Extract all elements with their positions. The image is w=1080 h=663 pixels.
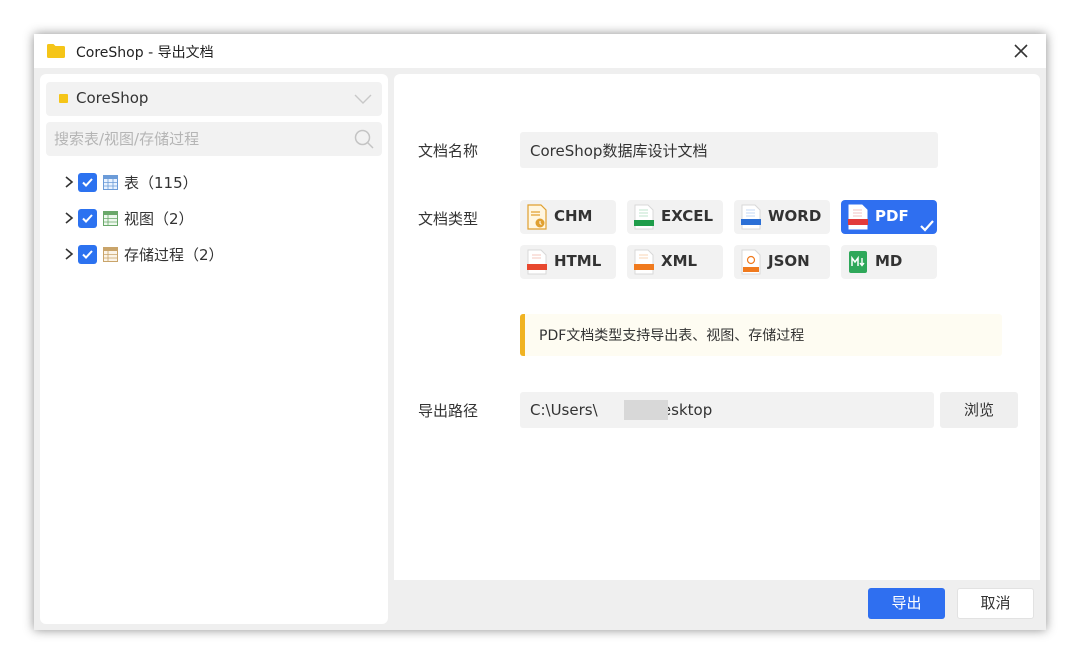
redacted-username [624,400,668,420]
database-icon [59,94,68,103]
type-json-button[interactable]: JSON [734,245,830,279]
type-xml-button[interactable]: XML [627,245,723,279]
type-pdf-button[interactable]: PDF [841,200,937,234]
tree-item-label: 存储过程（2） [124,245,224,264]
word-file-icon [741,204,761,230]
type-hint-bar: PDF文档类型支持导出表、视图、存储过程 [520,314,1002,356]
type-hint-text: PDF文档类型支持导出表、视图、存储过程 [539,328,805,344]
type-label: JSON [768,252,810,270]
export-path-label: 导出路径 [418,402,479,420]
check-icon [82,213,93,223]
browse-button[interactable]: 浏览 [940,392,1018,428]
type-html-button[interactable]: HTML [520,245,616,279]
excel-file-icon [634,204,654,230]
html-file-icon [527,249,547,275]
type-label: WORD [768,207,822,225]
chevron-right-icon[interactable] [62,175,76,189]
tables-checkbox[interactable] [78,172,97,192]
view-icon [103,210,118,226]
doc-name-label: 文档名称 [418,142,479,160]
database-name: CoreShop [76,89,149,107]
tree-item-views[interactable]: 视图（2） [62,206,362,230]
type-word-button[interactable]: WORD [734,200,830,234]
table-icon [103,174,118,190]
close-icon[interactable] [1010,40,1032,62]
xml-file-icon [634,249,654,275]
export-button[interactable]: 导出 [868,588,945,619]
object-tree-panel: CoreShop 表（115） [40,74,388,624]
chevron-down-icon [354,94,372,104]
type-label: EXCEL [661,207,714,225]
search-box [46,122,382,156]
cancel-button[interactable]: 取消 [957,588,1034,619]
doc-type-label: 文档类型 [418,210,479,228]
search-input[interactable] [46,122,346,156]
check-icon [82,249,93,259]
tree-item-label: 表（115） [124,173,198,192]
procedure-icon [103,246,118,262]
tree-item-label: 视图（2） [124,209,194,228]
json-file-icon [741,249,761,275]
export-settings-panel: 文档名称 文档类型 CHM EXCEL [394,74,1040,580]
type-label: HTML [554,252,602,270]
chm-file-icon [527,204,547,230]
export-path-input[interactable] [520,392,934,428]
doc-name-input[interactable] [520,132,938,168]
title-bar: CoreShop - 导出文档 [34,34,1046,68]
chevron-right-icon[interactable] [62,211,76,225]
pdf-file-icon [848,204,868,230]
type-excel-button[interactable]: EXCEL [627,200,723,234]
views-checkbox[interactable] [78,208,97,228]
type-chm-button[interactable]: CHM [520,200,616,234]
procedures-checkbox[interactable] [78,244,97,264]
type-label: CHM [554,207,593,225]
tree-item-procedures[interactable]: 存储过程（2） [62,242,362,266]
check-icon [82,177,93,187]
type-label: PDF [875,207,909,225]
selected-check-icon [920,220,934,232]
tree-item-tables[interactable]: 表（115） [62,170,362,194]
export-dialog: CoreShop - 导出文档 CoreShop 搜索表/视图/存储过程 表（1… [34,34,1046,630]
window-title: CoreShop - 导出文档 [76,45,214,61]
database-select[interactable]: CoreShop [46,82,382,116]
type-label: XML [661,252,698,270]
md-file-icon [849,251,867,273]
type-md-button[interactable]: MD [841,245,937,279]
type-label: MD [875,252,903,270]
chevron-right-icon[interactable] [62,247,76,261]
folder-icon [47,44,65,58]
search-icon[interactable] [354,129,374,149]
